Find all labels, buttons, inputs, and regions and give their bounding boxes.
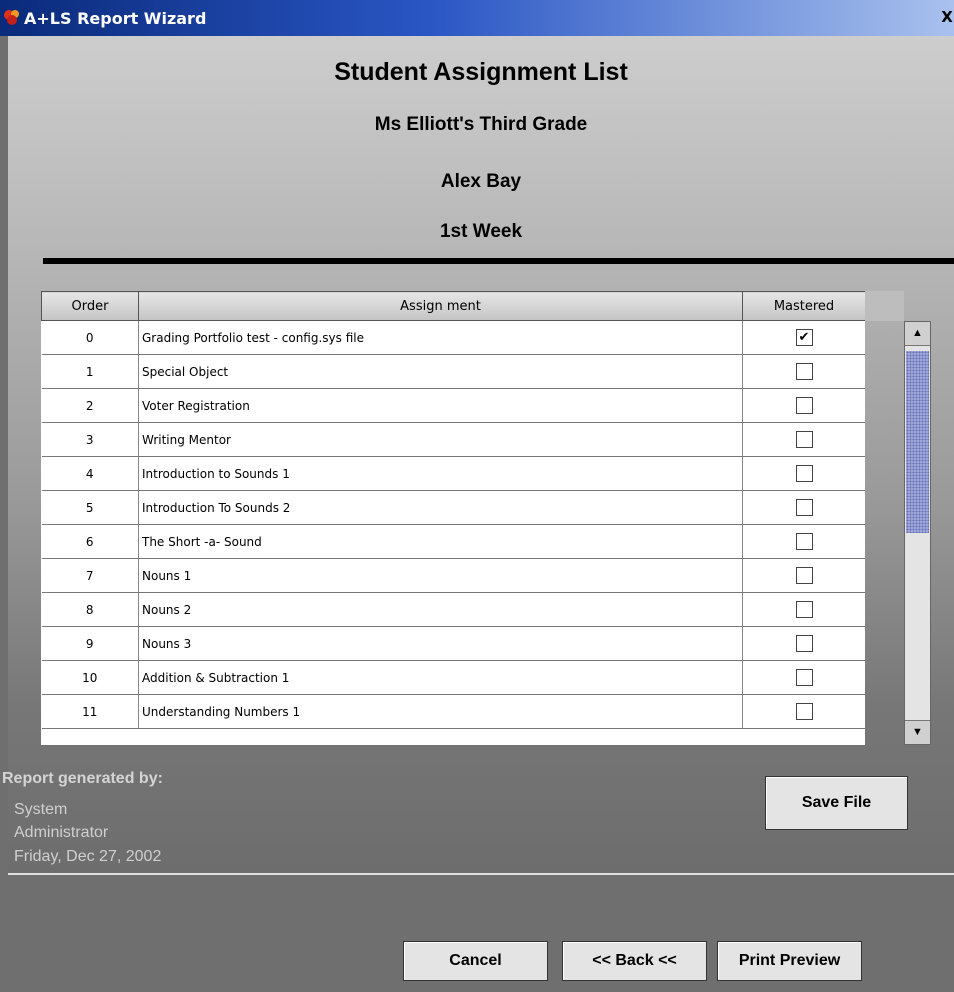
order-cell: 1 — [41, 354, 139, 389]
order-cell: 2 — [41, 388, 139, 423]
back-button[interactable]: << Back << — [562, 941, 707, 981]
table-row[interactable]: 2 Voter Registration — [41, 388, 865, 423]
close-icon[interactable]: X — [940, 10, 954, 25]
report-panel: Student Assignment List Ms Elliott's Thi… — [2, 36, 954, 872]
footer-divider — [8, 873, 954, 875]
assignment-cell: Addition & Subtraction 1 — [138, 660, 743, 695]
table-header-filler — [865, 291, 904, 321]
print-preview-button[interactable]: Print Preview — [717, 941, 862, 981]
mastered-cell — [742, 694, 865, 729]
assignment-cell: Grading Portfolio test - config.sys file — [138, 320, 743, 355]
assignment-cell: Understanding Numbers 1 — [138, 694, 743, 729]
table-row[interactable]: 5 Introduction To Sounds 2 — [41, 490, 865, 525]
mastered-cell — [742, 524, 865, 559]
mastered-cell — [742, 490, 865, 525]
cancel-button[interactable]: Cancel — [403, 941, 548, 981]
generated-by-name-last: Administrator — [14, 824, 109, 841]
assignment-cell: Introduction to Sounds 1 — [138, 456, 743, 491]
order-cell: 6 — [41, 524, 139, 559]
mastered-checkbox[interactable] — [795, 499, 813, 516]
table-row[interactable]: 9 Nouns 3 — [41, 626, 865, 661]
table-row[interactable]: 6 The Short -a- Sound — [41, 524, 865, 559]
assignment-cell: Nouns 3 — [138, 626, 743, 661]
mastered-cell — [742, 660, 865, 695]
generated-by-label: Report generated by: — [2, 770, 163, 787]
window-title: A+LS Report Wizard — [24, 9, 207, 28]
mastered-checkbox[interactable] — [795, 703, 813, 720]
order-cell: 8 — [41, 592, 139, 627]
assignment-cell: Nouns 2 — [138, 592, 743, 627]
mastered-cell — [742, 388, 865, 423]
column-header-assignment[interactable]: Assign ment — [138, 291, 743, 321]
assignment-cell: The Short -a- Sound — [138, 524, 743, 559]
column-header-mastered[interactable]: Mastered — [742, 291, 865, 321]
column-header-order[interactable]: Order — [41, 291, 139, 321]
table-row[interactable]: 8 Nouns 2 — [41, 592, 865, 627]
mastered-cell — [742, 456, 865, 491]
table-row[interactable]: 0 Grading Portfolio test - config.sys fil… — [41, 320, 865, 355]
generated-date: Friday, Dec 27, 2002 — [14, 848, 162, 865]
assignment-cell: Voter Registration — [138, 388, 743, 423]
assignment-table: Order Assign ment Mastered 0 Grading Port… — [41, 291, 865, 745]
table-row[interactable]: 11 Understanding Numbers 1 — [41, 694, 865, 729]
mastered-checkbox[interactable] — [795, 635, 813, 652]
generated-by-name-first: System — [14, 801, 68, 818]
report-title: Student Assignment List — [334, 58, 628, 86]
assignment-cell: Nouns 1 — [138, 558, 743, 593]
mastered-checkbox[interactable] — [795, 669, 813, 686]
assignment-cell: Writing Mentor — [138, 422, 743, 457]
title-bar: A+LS Report Wizard X — [0, 0, 954, 36]
assignment-cell: Introduction To Sounds 2 — [138, 490, 743, 525]
assignment-cell: Special Object — [138, 354, 743, 389]
order-cell: 10 — [41, 660, 139, 695]
table-row[interactable]: 1 Special Object — [41, 354, 865, 389]
class-name: Ms Elliott's Third Grade — [374, 114, 588, 135]
table-row[interactable]: 4 Introduction to Sounds 1 — [41, 456, 865, 491]
table-row[interactable]: 10 Addition & Subtraction 1 — [41, 660, 865, 695]
scroll-thumb[interactable] — [906, 351, 929, 533]
mastered-cell — [742, 592, 865, 627]
mastered-checkbox[interactable]: ✔ — [795, 329, 813, 346]
order-cell: 4 — [41, 456, 139, 491]
order-cell: 5 — [41, 490, 139, 525]
app-logo-icon — [4, 10, 19, 25]
mastered-checkbox[interactable] — [795, 465, 813, 482]
table-row[interactable]: 3 Writing Mentor — [41, 422, 865, 457]
save-file-button[interactable]: Save File — [765, 776, 908, 830]
mastered-cell — [742, 626, 865, 661]
mastered-checkbox[interactable] — [795, 533, 813, 550]
mastered-cell — [742, 558, 865, 593]
vertical-scrollbar[interactable]: ▲ ▼ — [904, 321, 931, 745]
order-cell: 9 — [41, 626, 139, 661]
mastered-cell — [742, 422, 865, 457]
mastered-checkbox[interactable] — [795, 363, 813, 380]
scroll-down-icon[interactable]: ▼ — [905, 720, 930, 744]
mastered-checkbox[interactable] — [795, 431, 813, 448]
mastered-checkbox[interactable] — [795, 567, 813, 584]
table-row[interactable]: 7 Nouns 1 — [41, 558, 865, 593]
mastered-checkbox[interactable] — [795, 397, 813, 414]
scroll-up-icon[interactable]: ▲ — [905, 322, 930, 346]
week-label: 1st Week — [439, 221, 523, 242]
header-divider — [43, 258, 954, 264]
mastered-cell — [742, 354, 865, 389]
order-cell: 0 — [41, 320, 139, 355]
student-name: Alex Bay — [440, 171, 522, 192]
mastered-checkbox[interactable] — [795, 601, 813, 618]
order-cell: 3 — [41, 422, 139, 457]
order-cell: 7 — [41, 558, 139, 593]
mastered-cell: ✔ — [742, 320, 865, 355]
order-cell: 11 — [41, 694, 139, 729]
